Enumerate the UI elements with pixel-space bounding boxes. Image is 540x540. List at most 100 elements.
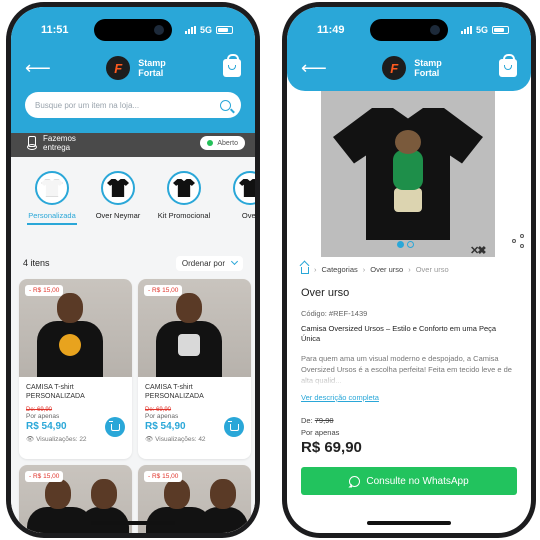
category-image	[167, 171, 201, 205]
store-logo: F	[382, 56, 407, 80]
old-price-prefix: De:	[301, 416, 313, 425]
search-icon[interactable]	[220, 99, 231, 111]
bear-print	[391, 130, 425, 220]
tshirt-image	[333, 108, 483, 240]
dynamic-island	[94, 19, 172, 41]
gallery-pagination	[397, 241, 414, 248]
status-time: 11:51	[41, 24, 69, 36]
category-image	[35, 171, 69, 205]
cart-icon	[227, 420, 239, 431]
add-to-cart-button[interactable]	[105, 417, 125, 437]
status-time: 11:49	[317, 24, 345, 36]
category-label: Personalizada	[28, 211, 76, 220]
product-code: Código: #REF-1439	[301, 309, 368, 318]
chevron-down-icon	[230, 257, 239, 266]
whatsapp-button-label: Consulte no WhatsApp	[366, 475, 469, 487]
share-icon[interactable]	[511, 233, 527, 249]
category-carousel: Personalizada Over Neymar Kit Promociona…	[11, 171, 255, 239]
store-logo: F	[106, 56, 131, 80]
store-brand: F Stamp Fortal	[382, 56, 442, 80]
product-grid: - R$ 15,00 CAMISA T-shirt PERSONALIZADA …	[19, 279, 251, 533]
sort-dropdown[interactable]: Ordenar por	[175, 255, 243, 271]
delivery-scooter-icon	[25, 136, 37, 150]
discount-badge: - R$ 15,00	[144, 471, 183, 482]
open-dot-icon	[207, 140, 214, 146]
delivery-line-1: Fazemos	[43, 134, 76, 143]
brand-line-2: Fortal	[414, 68, 440, 78]
item-count: 4 itens	[23, 258, 50, 268]
sort-label: Ordenar por	[181, 258, 225, 268]
view-full-description-link[interactable]: Ver descrição completa	[301, 393, 379, 402]
brand-mark-icon: ✕✖	[470, 245, 487, 257]
phone-right: 11:49 5G ⟵ F Stamp Fortal ✕✖ › Categoria…	[282, 2, 536, 538]
open-status-badge: Aberto	[200, 136, 245, 150]
back-arrow-icon[interactable]: ⟵	[25, 58, 51, 79]
delivery-bar: Fazemos entrega Aberto	[11, 129, 255, 157]
home-indicator[interactable]	[367, 521, 451, 525]
category-over-neymar[interactable]: Over Neymar	[89, 171, 147, 239]
back-arrow-icon[interactable]: ⟵	[301, 58, 327, 79]
product-image: - R$ 15,00	[19, 279, 132, 377]
breadcrumb: › Categorias › Over urso › Over urso	[301, 265, 449, 274]
product-image: - R$ 15,00	[138, 279, 251, 377]
discount-badge: - R$ 15,00	[25, 471, 64, 482]
signal-icon	[460, 26, 472, 34]
listing-body: Personalizada Over Neymar Kit Promociona…	[11, 157, 255, 533]
whatsapp-button[interactable]: Consulte no WhatsApp	[301, 467, 517, 495]
brand-line-1: Stamp	[414, 58, 442, 68]
category-image	[101, 171, 135, 205]
whatsapp-icon	[349, 475, 361, 487]
eye-icon: 👁	[26, 436, 35, 443]
shirt-print	[178, 334, 200, 356]
breadcrumb-current: Over urso	[415, 265, 449, 274]
breadcrumb-category[interactable]: Over urso	[370, 265, 403, 274]
category-label: Over	[241, 211, 255, 220]
product-gallery-image[interactable]	[321, 91, 495, 257]
product-title: Over urso	[301, 287, 350, 299]
product-title: CAMISA T-shirt PERSONALIZADA	[145, 384, 204, 400]
gallery-dot[interactable]	[407, 241, 414, 248]
home-indicator[interactable]	[91, 521, 175, 525]
breadcrumb-categorias[interactable]: Categorias	[322, 265, 358, 274]
store-brand: F Stamp Fortal	[106, 56, 166, 80]
home-icon[interactable]	[301, 267, 309, 274]
phone-left: 11:51 5G ⟵ F Stamp Fortal Busque por um …	[6, 2, 260, 538]
cart-icon	[108, 420, 120, 431]
shopping-bag-icon[interactable]	[498, 54, 517, 77]
open-status-label: Aberto	[217, 139, 238, 147]
product-detail-screen: 11:49 5G ⟵ F Stamp Fortal ✕✖ › Categoria…	[287, 7, 531, 533]
product-card[interactable]: - R$ 15,00 CAMISA T-shirt PERSONALIZADA …	[138, 279, 251, 459]
product-title: CAMISA T-shirt PERSONALIZADA	[26, 384, 85, 400]
eye-icon: 👁	[145, 436, 154, 443]
category-label: Kit Promocional	[157, 211, 211, 220]
product-price: R$ 69,90	[301, 439, 362, 456]
list-toolbar: 4 itens Ordenar por	[23, 253, 243, 273]
add-to-cart-button[interactable]	[224, 417, 244, 437]
views-label: Visualizações: 42	[155, 436, 206, 443]
category-image	[233, 171, 255, 205]
category-personalizada[interactable]: Personalizada	[23, 171, 81, 239]
battery-icon	[216, 26, 233, 34]
dynamic-island	[370, 19, 448, 41]
views-label: Visualizações: 22	[36, 436, 87, 443]
gallery-dot-active[interactable]	[397, 241, 404, 248]
category-over[interactable]: Over	[221, 171, 255, 239]
product-card[interactable]: - R$ 15,00 CAMISA T-shirt PERSONALIZADA …	[19, 279, 132, 459]
por-apenas-label: Por apenas	[301, 428, 340, 437]
network-label: 5G	[475, 25, 488, 35]
search-placeholder: Busque por um item na loja...	[35, 100, 140, 110]
category-kit-promocional[interactable]: Kit Promocional	[155, 171, 213, 239]
shopping-bag-icon[interactable]	[222, 54, 241, 77]
brand-line-1: Stamp	[138, 58, 166, 68]
battery-icon	[492, 26, 509, 34]
network-label: 5G	[199, 25, 212, 35]
search-input[interactable]: Busque por um item na loja...	[25, 92, 241, 118]
discount-badge: - R$ 15,00	[25, 285, 64, 296]
discount-badge: - R$ 15,00	[144, 285, 183, 296]
old-price-value: 79,90	[314, 416, 334, 425]
signal-icon	[184, 26, 196, 34]
product-subtitle: Camisa Oversized Ursos – Estilo e Confor…	[301, 324, 497, 343]
brand-line-2: Fortal	[138, 68, 164, 78]
old-price: De: 79,90	[301, 416, 334, 425]
store-listing-screen: 11:51 5G ⟵ F Stamp Fortal Busque por um …	[11, 7, 255, 533]
